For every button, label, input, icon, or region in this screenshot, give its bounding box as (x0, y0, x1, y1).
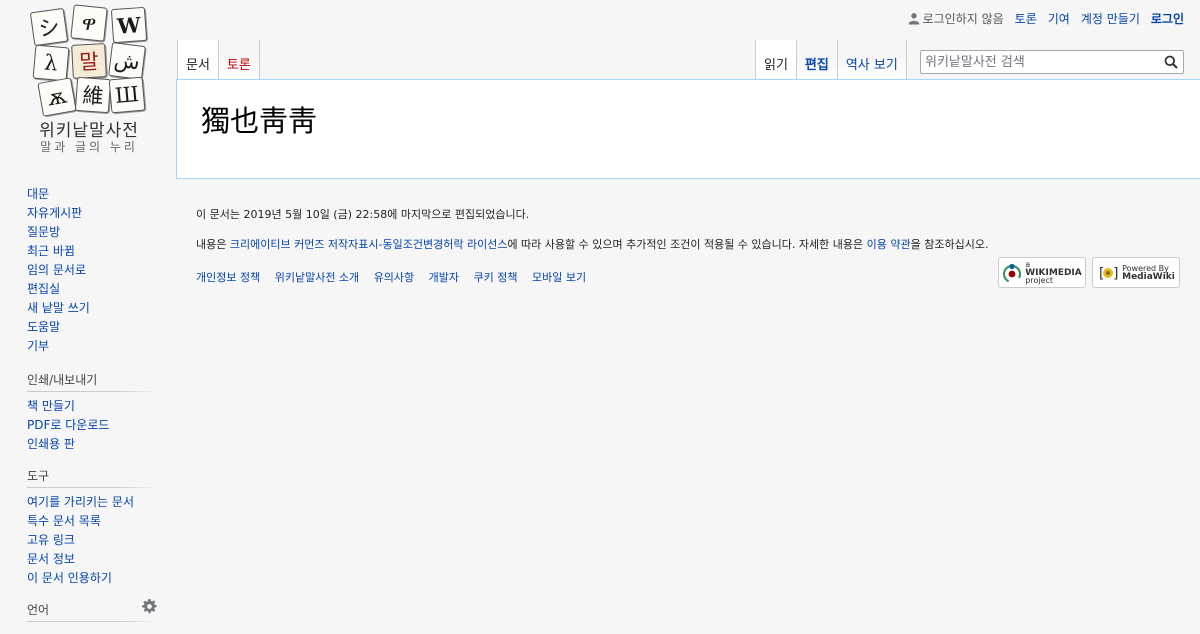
sidebar-heading-print: 인쇄/내보내기 (27, 371, 157, 392)
sidebar-item-recent-changes[interactable]: 최근 바뀜 (27, 244, 75, 258)
sidebar-item-main-page[interactable]: 대문 (27, 187, 49, 201)
sidebar-item-random[interactable]: 임의 문서로 (27, 263, 86, 277)
mediawiki-badge-text: Powered By MediaWiki (1122, 264, 1175, 282)
wikimedia-badge-sub: project (1025, 275, 1054, 285)
sidebar-heading-tools: 도구 (27, 467, 157, 488)
logo-tile: W (110, 6, 148, 44)
personal-tools: 로그인하지 않음 토론 기여 계정 만들기 로그인 (908, 10, 1184, 26)
sidebar-item-printable[interactable]: 인쇄용 판 (27, 437, 75, 451)
sidebar: 대문 자유게시판 질문방 최근 바뀜 임의 문서로 편집실 새 낱말 쓰기 도움… (27, 186, 157, 634)
wikimedia-badge[interactable]: a WIKIMEDIA project (998, 257, 1086, 288)
sidebar-item-questions[interactable]: 질문방 (27, 225, 60, 239)
logo-tile: ѫ (37, 77, 77, 117)
create-account-link[interactable]: 계정 만들기 (1081, 10, 1140, 27)
footer-last-modified: 이 문서는 2019년 5월 10일 (금) 22:58에 마지막으로 편집되었… (196, 208, 530, 221)
sidebar-item-download-pdf[interactable]: PDF로 다운로드 (27, 418, 109, 432)
logo-tile: ش (108, 42, 146, 80)
user-icon (908, 12, 919, 24)
search-icon[interactable] (1164, 55, 1178, 69)
logo-tile: ዋ (70, 4, 108, 42)
footer-link-developers[interactable]: 개발자 (429, 271, 459, 284)
sidebar-tools: 도구 여기를 가리키는 문서 특수 문서 목록 고유 링크 문서 정보 이 문서… (27, 467, 157, 589)
tab-article[interactable]: 문서 (177, 40, 219, 80)
login-link[interactable]: 로그인 (1151, 10, 1184, 27)
sidebar-item-help[interactable]: 도움말 (27, 320, 60, 334)
mediawiki-badge-name: MediaWiki (1122, 271, 1175, 282)
contributions-link[interactable]: 기여 (1048, 10, 1070, 27)
logo-tile: Ш (108, 76, 146, 114)
sidebar-item-what-links-here[interactable]: 여기를 가리키는 문서 (27, 495, 134, 509)
copyright-text-post: 을 참조하십시오. (910, 238, 989, 251)
tab-read[interactable]: 읽기 (755, 40, 797, 80)
page-title: 獨也靑靑 (201, 104, 318, 138)
logo-tile: シ (29, 7, 69, 47)
license-link[interactable]: 크리에이티브 커먼즈 저작자표시-동일조건변경허락 라이선스 (230, 238, 508, 251)
logo-tile: 말 (71, 43, 107, 79)
sidebar-item-permalink[interactable]: 고유 링크 (27, 533, 75, 547)
footer: 이 문서는 2019년 5월 10일 (금) 22:58에 마지막으로 편집되었… (196, 206, 1186, 288)
copyright-text-mid: 에 따라 사용할 수 있으며 추가적인 조건이 적용될 수 있습니다. 자세한 … (507, 238, 867, 251)
logo-slogan: 말과 글의 누리 (40, 140, 138, 154)
mediawiki-logo-icon: [ ] (1097, 266, 1119, 282)
mediawiki-badge[interactable]: [ ] Powered By MediaWiki (1092, 257, 1180, 288)
copyright-text-pre: 내용은 (196, 238, 230, 251)
tab-history[interactable]: 역사 보기 (837, 40, 907, 80)
sidebar-heading-languages: 언어 (27, 599, 157, 622)
footer-copyright: 내용은 크리에이티브 커먼즈 저작자표시-동일조건변경허락 라이선스에 따라 사… (196, 236, 1186, 252)
sidebar-languages: 언어 (27, 599, 157, 622)
sidebar-item-new-entry[interactable]: 새 낱말 쓰기 (27, 301, 90, 315)
sidebar-item-editing-room[interactable]: 편집실 (27, 282, 60, 296)
footer-icons: a WIKIMEDIA project [ ] Powered By Media… (992, 257, 1180, 288)
anon-status: 로그인하지 않음 (908, 10, 1004, 27)
footer-link-cookie-policy[interactable]: 쿠키 정책 (474, 271, 518, 284)
sidebar-item-page-info[interactable]: 문서 정보 (27, 552, 75, 566)
sidebar-item-create-book[interactable]: 책 만들기 (27, 399, 75, 413)
logo-tile: λ (32, 44, 70, 82)
sidebar-item-cite[interactable]: 이 문서 인용하기 (27, 571, 112, 585)
sidebar-navigation: 대문 자유게시판 질문방 최근 바뀜 임의 문서로 편집실 새 낱말 쓰기 도움… (27, 186, 157, 357)
view-tabs: 읽기 편집 역사 보기 (755, 40, 907, 80)
sidebar-item-special-pages[interactable]: 특수 문서 목록 (27, 514, 101, 528)
logo-tile: 維 (74, 76, 112, 114)
tab-edit[interactable]: 편집 (796, 40, 838, 80)
sidebar-heading-languages-label: 언어 (27, 603, 50, 617)
wikimedia-badge-text: a WIKIMEDIA project (1025, 260, 1082, 285)
search-input[interactable] (921, 51, 1151, 74)
talk-link[interactable]: 토론 (1015, 10, 1037, 27)
namespace-tabs: 문서 토론 (177, 40, 260, 80)
sidebar-print: 인쇄/내보내기 책 만들기 PDF로 다운로드 인쇄용 판 (27, 371, 157, 455)
footer-link-about[interactable]: 위키낱말사전 소개 (275, 271, 359, 284)
wikimedia-logo-icon (1003, 263, 1022, 283)
terms-link[interactable]: 이용 약관 (867, 238, 911, 251)
gear-icon[interactable] (142, 599, 157, 614)
sidebar-item-community[interactable]: 자유게시판 (27, 206, 82, 220)
footer-link-mobile-view[interactable]: 모바일 보기 (532, 271, 586, 284)
content-area: 獨也靑靑 (176, 79, 1200, 179)
tab-talk[interactable]: 토론 (218, 40, 260, 80)
search-box (920, 50, 1184, 74)
footer-link-disclaimers[interactable]: 유의사항 (374, 271, 414, 284)
anon-label: 로그인하지 않음 (922, 11, 1004, 26)
site-logo[interactable]: シ ዋ W λ 말 ش ѫ 維 Ш 위키낱말사전 말과 글의 누리 (29, 4, 148, 156)
svg-text:]: ] (1112, 266, 1119, 282)
sidebar-item-donate[interactable]: 기부 (27, 339, 49, 353)
footer-link-privacy[interactable]: 개인정보 정책 (196, 271, 260, 284)
